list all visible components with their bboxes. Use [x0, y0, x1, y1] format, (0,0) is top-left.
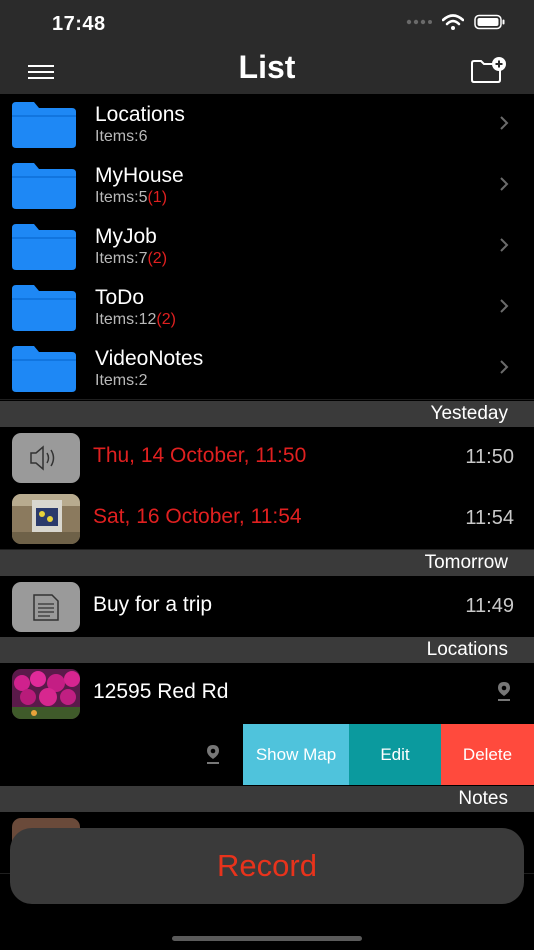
chevron-right-icon: [500, 238, 509, 252]
note-row-location[interactable]: 12595 Red Rd: [0, 663, 534, 725]
show-map-button[interactable]: Show Map: [243, 724, 349, 785]
note-row-text[interactable]: Buy for a trip 11:49: [0, 576, 534, 638]
record-button[interactable]: Record: [10, 828, 524, 904]
folder-name: MyJob: [95, 225, 157, 248]
folder-icon: [12, 102, 76, 148]
folder-row-videonotes[interactable]: VideoNotes Items:2: [0, 338, 534, 400]
photo-thumbnail: [12, 494, 80, 544]
section-header-tomorrow: Tomorrow: [0, 550, 534, 576]
audio-thumbnail: [12, 433, 80, 483]
folder-name: ToDo: [95, 286, 145, 309]
wifi-icon: [442, 14, 464, 30]
record-label: Record: [217, 848, 317, 883]
document-thumbnail: [12, 582, 80, 632]
chevron-right-icon: [500, 299, 509, 313]
folder-name: MyHouse: [95, 164, 184, 187]
section-title: Notes: [458, 788, 508, 809]
status-time: 17:48: [52, 13, 106, 35]
note-title: 12595 Red Rd: [93, 680, 229, 703]
unread-badge: (1): [147, 189, 168, 206]
photo-thumbnail-image: [12, 494, 80, 544]
note-time: 11:50: [465, 446, 514, 468]
section-title: Locations: [426, 639, 508, 660]
folder-row-myhouse[interactable]: MyHouse Items:5(1): [0, 155, 534, 217]
folder-row-myjob[interactable]: MyJob Items:7(2): [0, 216, 534, 278]
section-header-notes: Notes: [0, 786, 534, 812]
folder-item-count: Items:2: [95, 372, 148, 389]
folder-item-count: Items:7(2): [95, 250, 168, 267]
speaker-icon: [30, 445, 55, 471]
unread-badge: (2): [147, 250, 168, 267]
folder-icon: [12, 163, 76, 209]
section-header-locations: Locations: [0, 637, 534, 663]
folder-item-count: Items:6: [95, 128, 148, 145]
chevron-right-icon: [500, 360, 509, 374]
folder-icon: [12, 285, 76, 331]
chevron-right-icon: [500, 177, 509, 191]
section-header-yesterday: Yesteday: [0, 401, 534, 427]
page-title: List: [238, 49, 296, 85]
note-title: Buy for a trip: [93, 593, 213, 616]
flowers-photo-image: [12, 669, 80, 719]
folder-icon: [12, 224, 76, 270]
document-icon: [33, 594, 59, 621]
folder-name: VideoNotes: [95, 347, 204, 370]
section-title: Tomorrow: [424, 552, 508, 573]
note-title: Sat, 16 October, 11:54: [93, 505, 302, 528]
note-row-audio[interactable]: Thu, 14 October, 11:50 11:50: [0, 427, 534, 489]
delete-button[interactable]: Delete: [441, 724, 534, 785]
status-indicators: [406, 14, 506, 30]
signal-icon: [406, 19, 432, 25]
note-time: 11:54: [465, 507, 514, 529]
status-bar: 17:48: [0, 0, 534, 50]
chevron-right-icon: [500, 116, 509, 130]
edit-button[interactable]: Edit: [349, 724, 441, 785]
folder-row-todo[interactable]: ToDo Items:12(2): [0, 277, 534, 339]
section-title: Yesteday: [430, 403, 508, 424]
swiped-location-row[interactable]: Show Map Edit Delete: [0, 724, 534, 785]
location-pin-icon: [498, 682, 510, 701]
flowers-photo-thumbnail: [12, 669, 80, 719]
home-indicator: [172, 936, 362, 941]
note-time: 11:49: [465, 595, 514, 617]
folder-name: Locations: [95, 103, 185, 126]
note-row-photo[interactable]: Sat, 16 October, 11:54 11:54: [0, 488, 534, 550]
navigation-bar: List: [0, 50, 534, 95]
folder-item-count: Items:5(1): [95, 189, 168, 206]
battery-icon: [474, 14, 505, 30]
folder-item-count: Items:12(2): [95, 311, 176, 328]
folder-row-locations[interactable]: Locations Items:6: [0, 94, 534, 156]
folder-icon: [12, 346, 76, 392]
unread-badge: (2): [156, 311, 176, 328]
note-title: Thu, 14 October, 11:50: [93, 444, 307, 467]
new-folder-icon[interactable]: [470, 56, 508, 84]
location-pin-icon: [207, 745, 219, 764]
